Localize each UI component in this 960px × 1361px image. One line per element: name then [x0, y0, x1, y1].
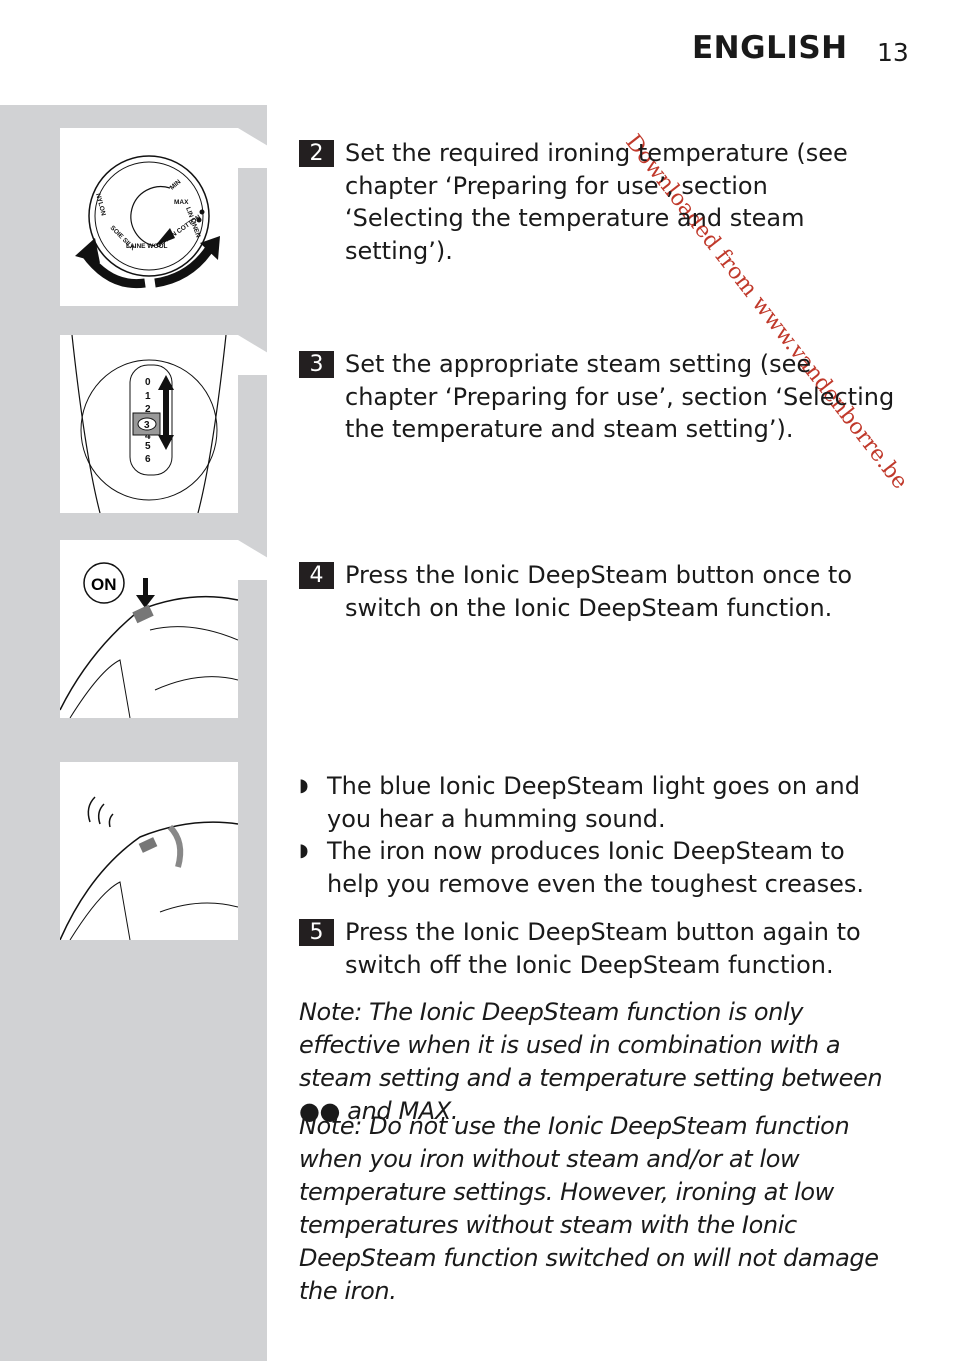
pointer-triangle	[238, 128, 268, 168]
humming-iron-illustration	[60, 762, 238, 940]
pointer-triangle	[238, 540, 268, 580]
step-number: 4	[299, 562, 334, 589]
bullet-text: The iron now produces Ionic DeepSteam to…	[327, 837, 865, 898]
dial-label-min: MIN	[169, 178, 183, 191]
dial-label-max: MAX	[174, 199, 189, 206]
steam-label: 1	[145, 391, 151, 402]
step-4: 4 Press the Ionic DeepSteam button once …	[299, 559, 919, 624]
step-number: 5	[299, 919, 334, 946]
section-title: ENGLISH	[692, 30, 848, 66]
step-number: 3	[299, 351, 334, 378]
step-text: Press the Ionic DeepSteam button again t…	[345, 918, 861, 979]
step-5: 5 Press the Ionic DeepSteam button again…	[299, 916, 919, 981]
step-text: Press the Ionic DeepSteam button once to…	[345, 561, 853, 622]
bullet-text: The blue Ionic DeepSteam light goes on a…	[327, 772, 860, 833]
bullet-item: ◗ The blue Ionic DeepSteam light goes on…	[299, 770, 919, 835]
step-text: Set the required ironing temperature (se…	[345, 139, 848, 265]
pointer-triangle	[238, 335, 268, 375]
steam-setting-illustration: 0 1 2 4 3 5 6	[60, 335, 238, 513]
step-text: Set the appropriate steam setting (see c…	[345, 350, 895, 443]
steam-label: 5	[145, 441, 151, 452]
bullet-icon: ◗	[299, 775, 309, 796]
step-number: 2	[299, 140, 334, 167]
step-3: 3 Set the appropriate steam setting (see…	[299, 348, 919, 446]
steam-label-selected: 3	[144, 420, 150, 431]
bullet-item: ◗ The iron now produces Ionic DeepSteam …	[299, 835, 919, 900]
steam-label: 0	[145, 377, 151, 388]
step-2: 2 Set the required ironing temperature (…	[299, 137, 919, 267]
ionic-button-on-illustration: ON	[60, 540, 238, 718]
note-warning: Note: Do not use the Ionic DeepSteam fun…	[299, 1112, 879, 1305]
steam-label: 6	[145, 454, 151, 465]
temperature-dial-illustration: MIN MAX LIN LINEN NYLON SOIE SILK LAINE …	[60, 128, 238, 306]
page-number: 13	[877, 38, 909, 67]
on-label: ON	[91, 575, 117, 594]
note-effective: Note: The Ionic DeepSteam function is on…	[299, 998, 883, 1125]
bullet-icon: ◗	[299, 840, 309, 861]
